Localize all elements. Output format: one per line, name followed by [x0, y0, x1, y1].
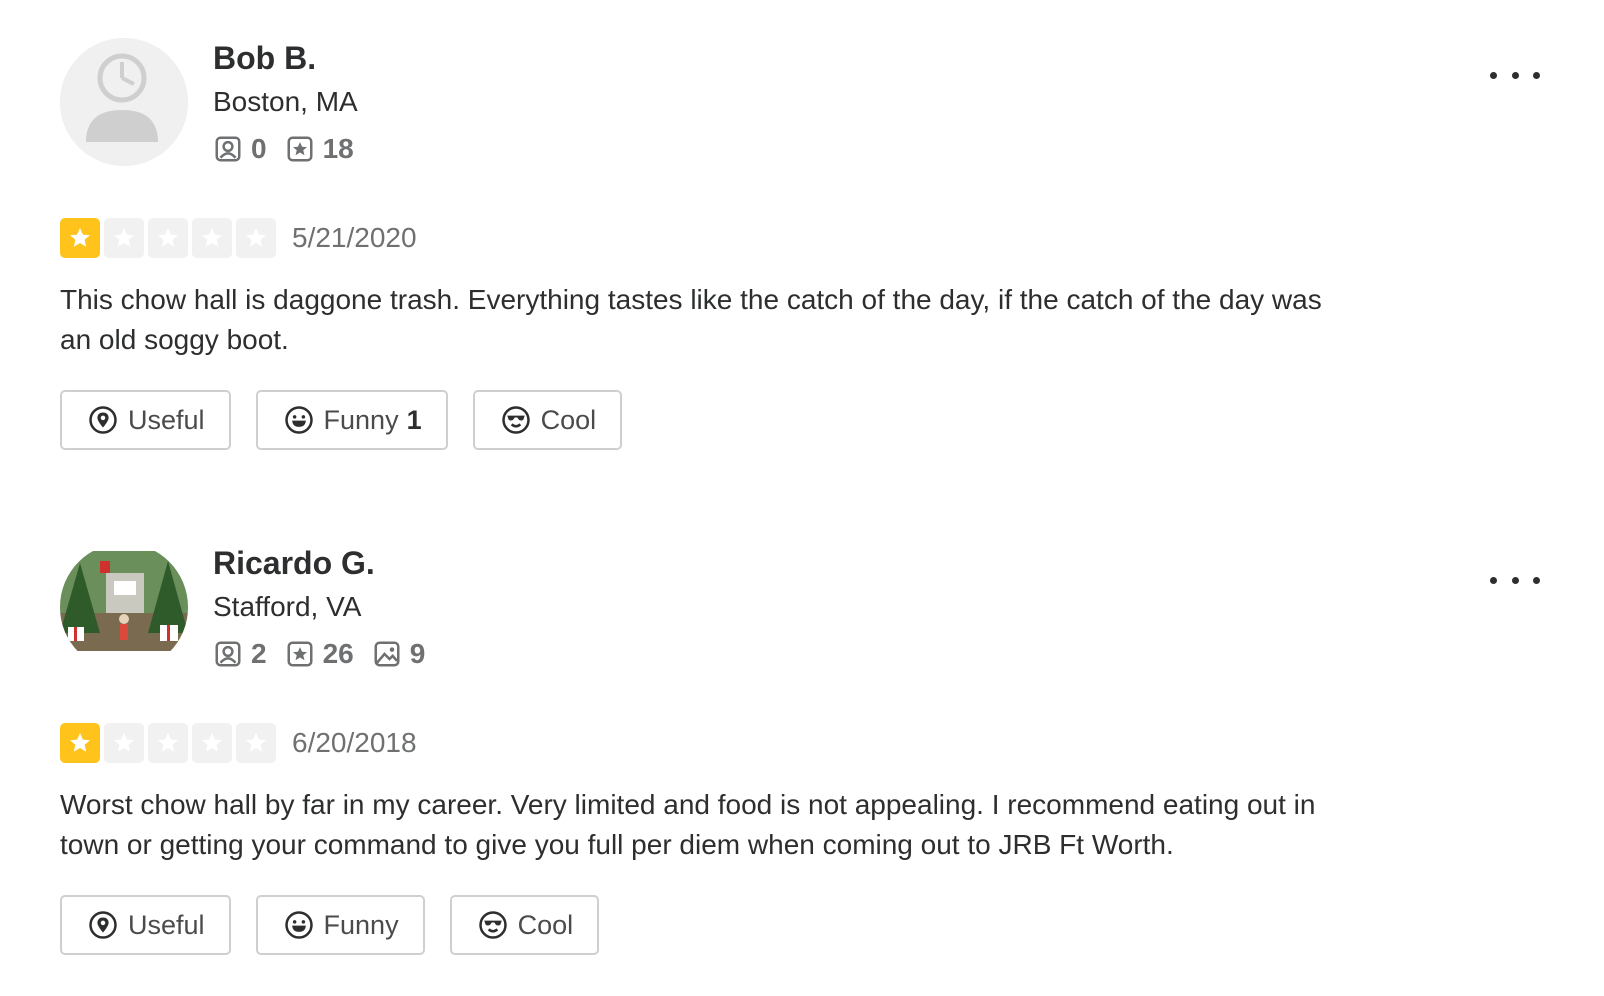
reviews-count: 18 — [322, 133, 354, 164]
review-date: 6/20/2018 — [292, 727, 417, 758]
star-rating: 6/20/2018 — [60, 723, 417, 763]
review-actions: Useful Funny Cool — [60, 895, 624, 955]
star-rating: 5/21/2020 — [60, 218, 417, 258]
funny-icon — [284, 911, 313, 939]
funny-button[interactable]: Funny 1 — [255, 390, 448, 450]
photos-stat: 9 — [372, 638, 426, 670]
friends-count: 2 — [251, 638, 267, 669]
friends-icon — [215, 136, 241, 162]
useful-icon — [89, 911, 117, 939]
user-location: Boston, MA — [213, 86, 358, 117]
reviews-stat: 26 — [285, 638, 354, 670]
star-icon — [236, 723, 276, 763]
cool-icon — [478, 911, 507, 939]
useful-button[interactable]: Useful — [60, 390, 231, 450]
useful-button[interactable]: Useful — [60, 895, 231, 955]
star-icon — [192, 218, 232, 258]
funny-label: Funny — [323, 404, 399, 435]
useful-label: Useful — [128, 909, 205, 940]
reviews-star-icon — [287, 641, 313, 667]
review-text: Worst chow hall by far in my career. Ver… — [60, 789, 1316, 860]
star-icon — [104, 218, 144, 258]
review-actions: Useful Funny 1 Cool — [60, 390, 647, 450]
star-icon — [236, 218, 276, 258]
useful-label: Useful — [128, 404, 205, 435]
cool-label: Cool — [517, 909, 574, 940]
review-date: 5/21/2020 — [292, 222, 417, 253]
star-icon — [148, 723, 188, 763]
friends-stat: 2 — [213, 638, 267, 670]
star-icon — [148, 218, 188, 258]
funny-count: 1 — [406, 404, 422, 435]
cool-label: Cool — [540, 404, 597, 435]
cool-icon — [501, 406, 530, 434]
useful-icon — [89, 406, 117, 434]
user-stats: 0 18 — [213, 133, 372, 165]
funny-button[interactable]: Funny — [255, 895, 425, 955]
user-location: Stafford, VA — [213, 591, 362, 622]
star-icon — [60, 218, 100, 258]
star-icon — [60, 723, 100, 763]
funny-label: Funny — [323, 909, 399, 940]
reviews-star-icon — [287, 136, 313, 162]
user-avatar-photo[interactable] — [60, 543, 188, 671]
friends-count: 0 — [251, 133, 267, 164]
user-avatar-default[interactable] — [60, 38, 188, 166]
cool-button[interactable]: Cool — [472, 390, 623, 450]
user-name[interactable]: Ricardo G. — [213, 545, 375, 582]
photos-icon — [374, 641, 400, 667]
review-text: This chow hall is daggone trash. Everyth… — [60, 284, 1322, 355]
reviews-count: 26 — [322, 638, 354, 669]
friends-icon — [215, 641, 241, 667]
more-options-icon[interactable] — [1490, 60, 1540, 90]
star-icon — [104, 723, 144, 763]
user-stats: 2 26 9 — [213, 638, 443, 670]
star-icon — [192, 723, 232, 763]
reviews-stat: 18 — [285, 133, 354, 165]
funny-icon — [284, 406, 313, 434]
user-name[interactable]: Bob B. — [213, 40, 316, 77]
photos-count: 9 — [409, 638, 426, 669]
more-options-icon[interactable] — [1490, 565, 1540, 595]
friends-stat: 0 — [213, 133, 267, 165]
cool-button[interactable]: Cool — [449, 895, 600, 955]
